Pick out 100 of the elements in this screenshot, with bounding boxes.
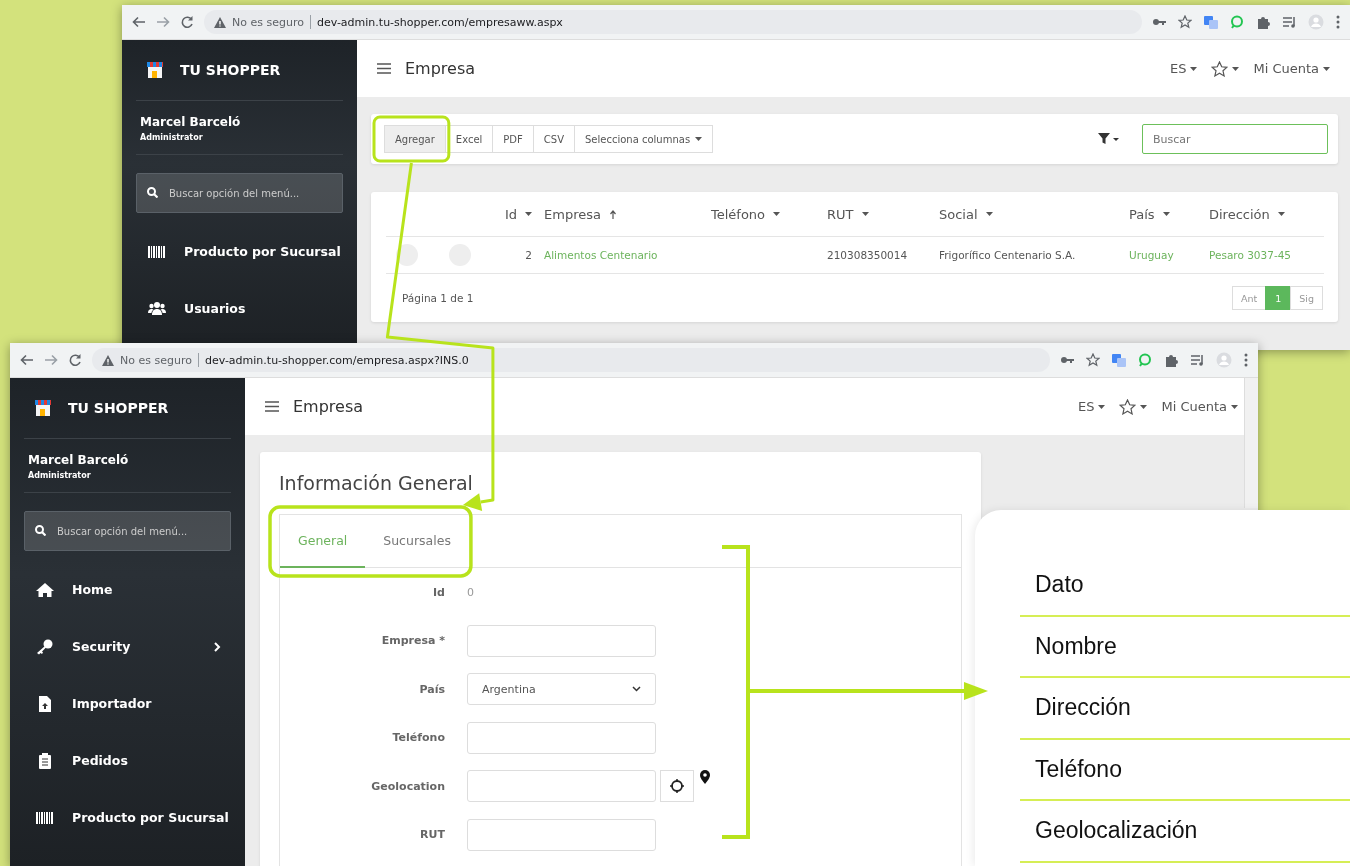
column-header[interactable]: Dirección [1209,192,1324,237]
column-header[interactable]: Empresa [544,192,711,237]
menu-label: Home [72,582,114,597]
country-select[interactable]: Argentina [467,673,656,706]
field-label: RUT [419,828,445,842]
caret-icon [1140,404,1148,409]
column-header[interactable]: Teléfono [711,192,827,237]
brand-name: TU SHOPPER [180,62,281,78]
caret-icon [1190,66,1198,71]
address-bar[interactable]: No es seguro dev-admin.tu-shopper.com/empresaww.aspx [204,10,1142,34]
field-label: País [418,682,445,696]
playlist-icon[interactable] [1190,353,1204,367]
table-cell: 210308350014 [827,237,939,274]
list-item: Geolocalización [1020,801,1350,863]
menu-label: Pedidos [72,753,129,768]
menu-item[interactable]: Producto por Sucursal [24,789,231,846]
column-header[interactable]: RUT [827,192,939,237]
menu-search-field[interactable]: Buscar opción del menú... [24,511,231,551]
menu-item[interactable]: Producto por Sucursal [136,223,343,280]
page-info: Página 1 de 1 [401,292,474,304]
input-field[interactable] [467,770,656,803]
list-item: Teléfono [1020,739,1350,801]
search-icon [147,187,158,198]
search-field[interactable]: Buscar [1142,124,1328,154]
table-cell: 2 [479,237,544,274]
puzzle-icon[interactable] [1256,15,1270,29]
playlist-icon[interactable] [1282,15,1296,29]
table-cell: Frigorífico Centenario S.A. [939,237,1129,274]
crosshair-icon [670,779,684,794]
user-role: Administrator [140,133,204,142]
menu-label: Importador [72,696,153,711]
user-name: Marcel Barceló [28,453,130,467]
account-dropdown[interactable]: Mi Cuenta [1161,399,1238,414]
menu-item[interactable]: Usuarios [136,280,343,337]
field-label: Geolocation [370,779,445,793]
user-name: Marcel Barceló [140,115,242,129]
field-label: Id [432,585,445,599]
toolbar-button[interactable]: CSV [532,125,575,153]
translate-icon[interactable] [1204,15,1218,29]
language-dropdown[interactable]: ES [1077,399,1106,414]
columns-dropdown[interactable]: Selecciona columnas [574,125,714,153]
user-role: Administrator [28,471,92,480]
form-title: Información General [279,471,474,496]
input-field[interactable] [467,818,656,851]
clipboard-icon [36,752,54,769]
brand-name: TU SHOPPER [68,400,169,416]
barcode-icon [148,243,166,260]
more-icon[interactable] [1244,353,1248,367]
menu-label: Producto por Sucursal [72,810,230,825]
menu-label: Security [72,639,132,654]
account-dropdown[interactable]: Mi Cuenta [1253,61,1330,76]
field-label: Teléfono [391,731,445,745]
back-icon[interactable] [132,15,146,29]
page-title: Empresa [293,397,365,416]
star-icon [1119,398,1137,415]
language-dropdown[interactable]: ES [1169,61,1198,76]
tab[interactable]: Sucursales [365,515,469,568]
toolbar-button[interactable]: Agregar [384,125,446,153]
caret-icon [1323,66,1330,71]
address-bar[interactable]: No es seguro dev-admin.tu-shopper.com/empresa.aspx?INS.0 [92,348,1050,372]
menu-search-field[interactable]: Buscar opción del menú... [136,173,343,213]
security-label: No es seguro [232,15,304,29]
star-icon[interactable] [1178,15,1192,29]
page-title: Empresa [405,59,477,78]
translate-icon[interactable] [1112,353,1126,367]
column-header[interactable]: País [1129,192,1209,237]
menu-item[interactable]: Importador [24,675,231,732]
caret-icon [695,137,703,141]
puzzle-icon[interactable] [1164,353,1178,367]
list-item: Dirección [1020,678,1350,740]
input-field[interactable] [467,721,656,754]
url-text: dev-admin.tu-shopper.com/empresa.aspx?INS.0 [204,353,469,367]
filter-icon[interactable] [1098,132,1120,146]
store-icon [34,400,52,416]
favorites-dropdown[interactable] [1119,398,1148,415]
menu-icon[interactable] [377,63,391,74]
locate-button[interactable] [660,770,694,803]
menu-item[interactable]: Pedidos [24,732,231,789]
list-item: Dato [1020,555,1350,617]
reload-icon[interactable] [180,15,194,29]
search-icon [35,525,46,536]
star-icon[interactable] [1086,353,1100,367]
column-header[interactable]: Social [939,192,1129,237]
column-header[interactable]: Id [479,192,544,237]
reload-icon[interactable] [68,353,82,367]
caret-icon [1098,404,1106,409]
menu-item[interactable]: Security [24,618,231,675]
input-field[interactable] [467,624,656,657]
field-label: Empresa * [380,634,445,648]
file-icon [36,695,54,712]
back-icon[interactable] [20,353,34,367]
more-icon[interactable] [1336,15,1340,29]
menu-item[interactable]: Home [24,561,231,618]
menu-icon[interactable] [265,401,279,412]
url-text: dev-admin.tu-shopper.com/empresaww.aspx [316,15,563,29]
scrollbar[interactable] [1244,378,1258,508]
barcode-icon [36,809,54,826]
toolbar-button[interactable]: PDF [492,125,534,153]
favorites-dropdown[interactable] [1211,60,1240,77]
map-pin-icon[interactable] [700,770,710,784]
